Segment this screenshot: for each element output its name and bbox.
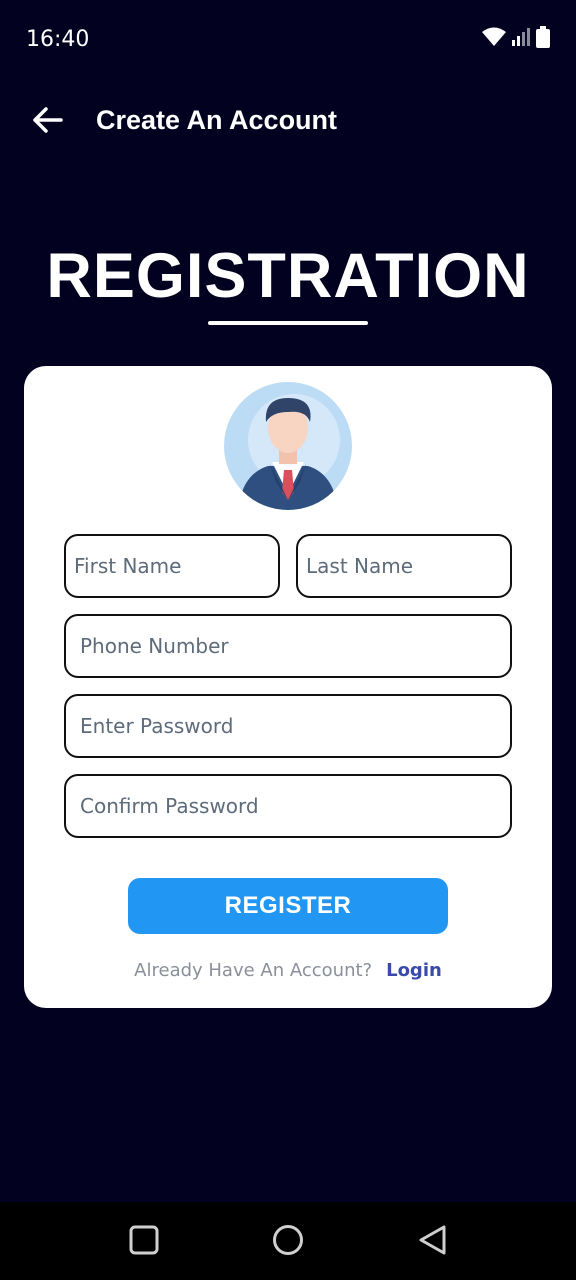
- recents-square-icon: [129, 1225, 159, 1260]
- last-name-input[interactable]: [298, 536, 510, 596]
- confirm-password-input[interactable]: [66, 776, 510, 836]
- registration-card: REGISTER Already Have An Account? Login: [24, 366, 552, 1008]
- registration-heading: REGISTRATION: [46, 241, 530, 311]
- status-time: 16:40: [26, 27, 90, 52]
- last-name-field[interactable]: [296, 534, 512, 598]
- heading-underline: [208, 321, 368, 325]
- phone-field[interactable]: [64, 614, 512, 678]
- first-name-input[interactable]: [66, 536, 278, 596]
- password-field[interactable]: [64, 694, 512, 758]
- app-bar: Create An Account: [0, 92, 576, 152]
- system-nav-bar: [0, 1202, 576, 1280]
- back-button[interactable]: [28, 102, 68, 142]
- recents-button[interactable]: [128, 1225, 160, 1260]
- password-input[interactable]: [66, 696, 510, 756]
- businessman-avatar-icon: [224, 382, 352, 510]
- page-title: Create An Account: [96, 105, 338, 135]
- login-prompt: Already Have An Account? Login: [24, 960, 552, 981]
- back-triangle-icon: [417, 1224, 447, 1261]
- phone-input[interactable]: [66, 616, 510, 676]
- signal-icon: [512, 28, 530, 51]
- arrow-left-icon: [33, 106, 63, 138]
- login-link[interactable]: Login: [386, 960, 442, 981]
- first-name-field[interactable]: [64, 534, 280, 598]
- back-nav-button[interactable]: [416, 1224, 448, 1261]
- register-button[interactable]: REGISTER: [128, 878, 448, 934]
- login-prompt-text: Already Have An Account?: [134, 960, 373, 981]
- status-bar: 16:40: [0, 0, 576, 78]
- battery-icon: [536, 26, 550, 53]
- status-icons: [482, 26, 550, 53]
- home-circle-icon: [272, 1224, 304, 1261]
- wifi-icon: [482, 27, 506, 52]
- home-button[interactable]: [272, 1224, 304, 1261]
- confirm-password-field[interactable]: [64, 774, 512, 838]
